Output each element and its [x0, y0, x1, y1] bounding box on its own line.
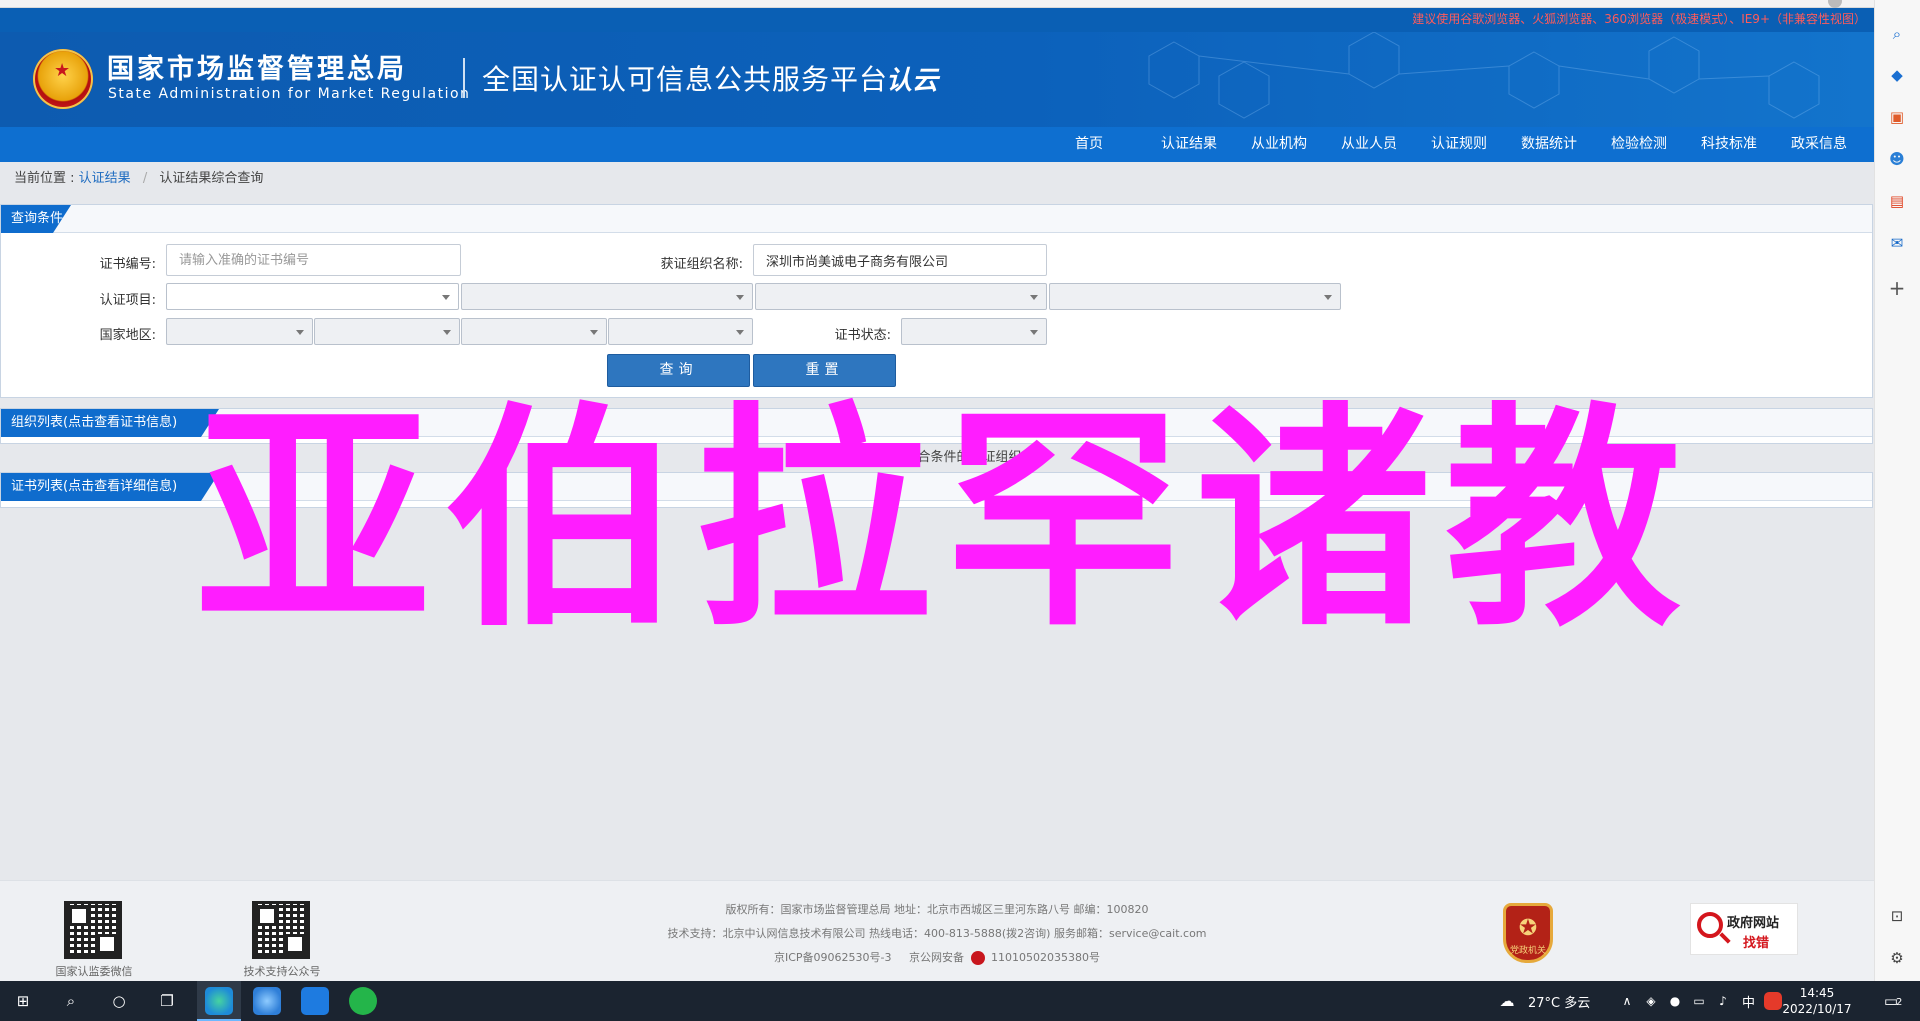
notification-count: 2	[1896, 997, 1903, 1008]
tray-expand-icon[interactable]: ∧	[1616, 991, 1638, 1011]
cert-list-title: 证书列表(点击查看详细信息)	[1, 473, 219, 501]
main-nav: 首页 认证结果 从业机构 从业人员 认证规则 数据统计 检验检测 科技标准 政采…	[0, 127, 1874, 162]
footer-police-number[interactable]: 11010502035380号	[991, 951, 1100, 964]
tray-wechat-icon[interactable]: ●	[1664, 991, 1686, 1011]
nav-statistics[interactable]: 数据统计	[1504, 127, 1594, 162]
cert-item-select-4[interactable]	[1049, 283, 1341, 310]
party-government-badge[interactable]: ✪ 党政机关	[1503, 903, 1553, 963]
police-badge-icon	[970, 951, 985, 965]
browser-notice: 建议使用谷歌浏览器、火狐浏览器、360浏览器（极速模式）、IE9+（非兼容性视图…	[0, 8, 1874, 32]
ime-indicator[interactable]: 中	[1742, 992, 1755, 1011]
sidebar-toggle-icon[interactable]: ⊡	[1887, 906, 1907, 926]
footer-icp[interactable]: 京ICP备09062530号-3	[774, 951, 892, 964]
org-name-cn: 国家市场监督管理总局	[107, 54, 407, 85]
nav-institutions[interactable]: 从业机构	[1234, 127, 1324, 162]
header-divider	[463, 58, 465, 98]
footer-support: 技术支持：北京中认网信息技术有限公司 热线电话：400-813-5888(拨2咨…	[667, 927, 1207, 940]
nav-inspection[interactable]: 检验检测	[1594, 127, 1684, 162]
people-icon[interactable]: ☻	[1887, 149, 1907, 169]
toolbox-icon[interactable]: ▣	[1887, 107, 1907, 127]
qr1-caption: 国家认监委微信	[55, 965, 133, 978]
search-icon[interactable]: ⌕	[1887, 24, 1907, 44]
footer-copyright: 版权所有：国家市场监督管理总局 地址：北京市西城区三里河东路八号 邮编：1008…	[725, 903, 1149, 916]
cert-no-input[interactable]	[166, 244, 461, 276]
nav-cert-results[interactable]: 认证结果	[1144, 127, 1234, 162]
weather-cloud-icon: ☁	[1499, 992, 1515, 1010]
org-list-title: 组织列表(点击查看证书信息)	[1, 409, 219, 437]
breadcrumb: 当前位置 : 认证结果 / 认证结果综合查询	[0, 162, 1874, 196]
org-name-input[interactable]	[753, 244, 1047, 276]
badge-emblem-icon: ✪	[1518, 916, 1538, 941]
cert-item-select-1[interactable]	[166, 283, 459, 310]
cert-item-label: 认证项目:	[99, 293, 156, 308]
cortana-icon[interactable]: ○	[108, 991, 130, 1011]
nav-standards[interactable]: 科技标准	[1684, 127, 1774, 162]
browser-profile-icon[interactable]	[1828, 0, 1842, 8]
edge-browser-icon[interactable]	[205, 987, 233, 1015]
breadcrumb-label: 当前位置 :	[14, 171, 75, 186]
tray-app-icon[interactable]: ◈	[1640, 991, 1662, 1011]
region-select-4[interactable]	[608, 318, 753, 345]
org-name-label: 获证组织名称:	[660, 257, 743, 272]
weather-text[interactable]: 27°C 多云	[1528, 992, 1590, 1011]
query-panel-title: 查询条件	[1, 205, 71, 233]
network-icon[interactable]: ▭	[1688, 991, 1710, 1011]
clock-time: 14:45	[1799, 986, 1835, 1000]
cert-status-label: 证书状态:	[834, 328, 891, 343]
region-select-3[interactable]	[461, 318, 607, 345]
query-panel-head: 查询条件	[1, 205, 1872, 233]
clock-date: 2022/10/17	[1782, 1002, 1852, 1016]
site-header: 国家市场监督管理总局 State Administration for Mark…	[0, 32, 1874, 127]
gear-icon[interactable]: ⚙	[1887, 948, 1907, 968]
gov-error-subtitle: 找错	[1743, 936, 1770, 951]
windows-taskbar: ⊞ ⌕ ○ ❐ ☁ 27°C 多云 ∧ ◈ ● ▭ ♪ 中 14:45 2022…	[0, 981, 1920, 1021]
header-hex-pattern	[1148, 32, 1820, 119]
browser-edge-sidebar: ⌕ ◆ ▣ ☻ ▤ ✉ + ⊡ ⚙	[1874, 0, 1920, 981]
browser-top-strip	[0, 0, 1874, 8]
platform-title: 全国认证认可信息公共服务平台	[482, 63, 889, 96]
cert-no-label: 证书编号:	[99, 257, 156, 272]
overlay-watermark-text: 亚伯拉罕诸教	[195, 383, 1696, 658]
outlook-icon[interactable]: ✉	[1887, 233, 1907, 253]
gov-site-error-report[interactable]: 政府网站 找错	[1690, 903, 1798, 955]
add-icon[interactable]: +	[1887, 278, 1907, 298]
cert-item-select-2[interactable]	[461, 283, 753, 310]
site-footer: 国家认监委微信 技术支持公众号 版权所有：国家市场监督管理总局 地址：北京市西城…	[0, 880, 1874, 981]
feishu-icon[interactable]	[301, 987, 329, 1015]
query-panel: 查询条件 证书编号: 获证组织名称: 认证项目: 国家地区: 证书状态: 查询 …	[0, 204, 1873, 398]
wechat-icon[interactable]	[349, 987, 377, 1015]
gov-error-title: 政府网站	[1727, 916, 1780, 931]
breadcrumb-separator: /	[142, 171, 148, 186]
nav-rules[interactable]: 认证规则	[1414, 127, 1504, 162]
office-icon[interactable]: ▤	[1887, 191, 1907, 211]
nav-procurement[interactable]: 政采信息	[1774, 127, 1864, 162]
org-name-en: State Administration for Market Regulati…	[108, 86, 471, 102]
footer-police-label: 京公网安备	[909, 951, 964, 964]
region-label: 国家地区:	[99, 328, 156, 343]
cert-status-select[interactable]	[901, 318, 1047, 345]
qr2-caption: 技术支持公众号	[243, 965, 321, 978]
nav-home[interactable]: 首页	[1034, 127, 1144, 162]
region-select-2[interactable]	[314, 318, 460, 345]
magnifier-icon	[1697, 912, 1723, 938]
national-emblem-logo	[33, 49, 93, 109]
taskbar-search-icon[interactable]: ⌕	[60, 991, 82, 1011]
footer-icp-line: 京ICP备09062530号-3 京公网安备 11010502035380号	[0, 949, 1874, 965]
party-badge-label: 党政机关	[1509, 946, 1546, 956]
breadcrumb-current: 认证结果综合查询	[159, 171, 264, 186]
breadcrumb-link-cert-results[interactable]: 认证结果	[79, 171, 131, 186]
region-select-1[interactable]	[166, 318, 313, 345]
cert-item-select-3[interactable]	[755, 283, 1047, 310]
tag-icon[interactable]: ◆	[1887, 65, 1907, 85]
renyun-logo: 认云	[886, 66, 939, 96]
task-view-icon[interactable]: ❐	[156, 991, 178, 1011]
volume-icon[interactable]: ♪	[1712, 991, 1734, 1011]
web-page: 建议使用谷歌浏览器、火狐浏览器、360浏览器（极速模式）、IE9+（非兼容性视图…	[0, 8, 1874, 981]
qq-browser-icon[interactable]	[253, 987, 281, 1015]
windows-start-icon[interactable]: ⊞	[12, 991, 34, 1011]
taskbar-clock[interactable]: 14:45 2022/10/17	[1780, 985, 1854, 1017]
nav-personnel[interactable]: 从业人员	[1324, 127, 1414, 162]
